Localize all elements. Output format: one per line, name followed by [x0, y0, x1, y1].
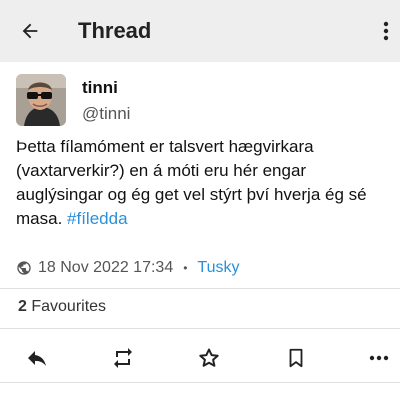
- star-icon: [199, 348, 219, 367]
- back-button[interactable]: [14, 15, 46, 47]
- reply-button[interactable]: [22, 344, 52, 372]
- overflow-menu-button[interactable]: [374, 15, 398, 47]
- app-bar: Thread: [0, 0, 400, 62]
- arrow-left-icon: [22, 23, 38, 39]
- boost-button[interactable]: [108, 344, 138, 372]
- more-vert-icon: [383, 21, 389, 41]
- hashtag-link[interactable]: #fíledda: [67, 209, 128, 228]
- display-name[interactable]: tinni: [82, 78, 118, 98]
- more-actions-button[interactable]: [364, 344, 394, 372]
- action-bar: [0, 338, 400, 378]
- divider: [0, 328, 400, 329]
- reply-icon: [28, 351, 46, 366]
- divider: [0, 288, 400, 289]
- page-title: Thread: [78, 18, 152, 43]
- divider: [0, 382, 400, 383]
- favourites-label: Favourites: [31, 298, 107, 315]
- bookmark-button[interactable]: [281, 344, 311, 372]
- bookmark-icon: [289, 348, 303, 368]
- more-horiz-icon: [369, 355, 389, 361]
- boost-icon: [114, 348, 132, 368]
- favourites-info[interactable]: 2 Favourites: [18, 298, 106, 316]
- meta-separator: •: [183, 261, 188, 275]
- globe-icon: [17, 261, 31, 275]
- timestamp: 18 Nov 2022 17:34: [38, 259, 174, 276]
- avatar-image: [16, 74, 66, 126]
- avatar[interactable]: [16, 74, 66, 126]
- account-handle[interactable]: @tinni: [82, 104, 130, 124]
- favourite-button[interactable]: [194, 344, 224, 372]
- status-content: Þetta fílamóment er talsvert hægvirkara …: [16, 135, 390, 231]
- application-link[interactable]: Tusky: [197, 259, 239, 277]
- favourites-count: 2: [18, 298, 27, 315]
- status-meta: 18 Nov 2022 17:34 • Tusky: [16, 258, 240, 278]
